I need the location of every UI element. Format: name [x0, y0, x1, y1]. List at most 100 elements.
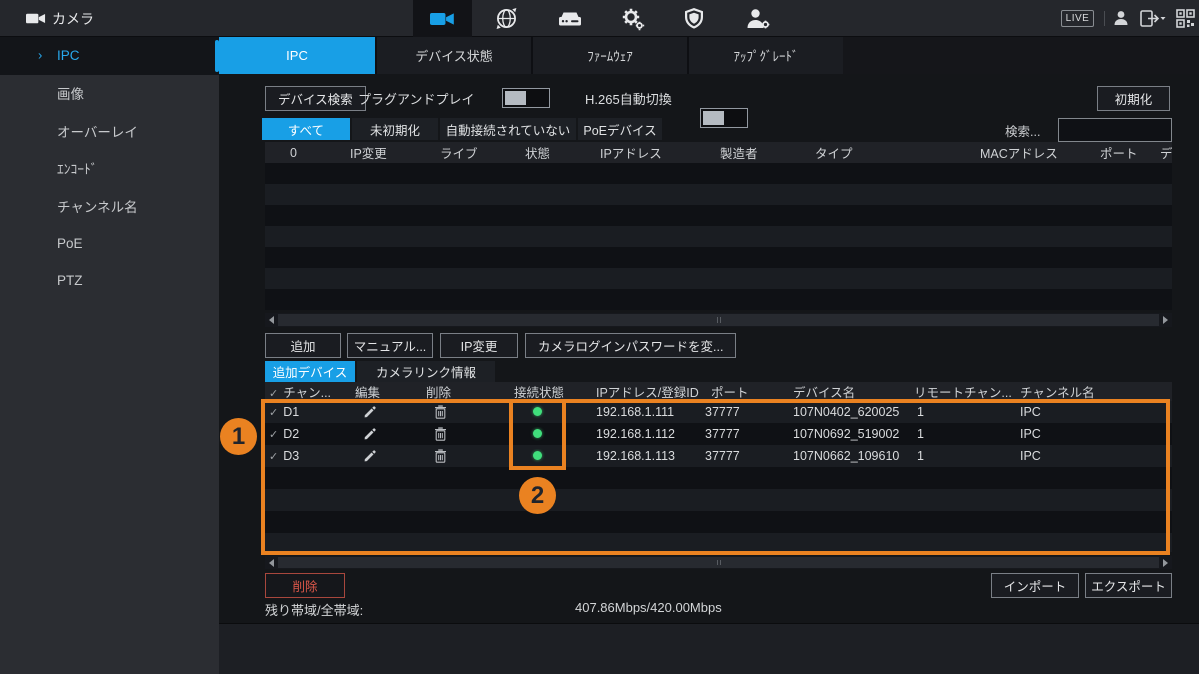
manual-add-button[interactable]: マニュアル...	[347, 333, 433, 358]
nav-storage[interactable]	[547, 0, 593, 37]
discovered-table-hscrollbar[interactable]	[265, 313, 1172, 327]
sidebar-item-image[interactable]: 画像	[0, 75, 219, 113]
topbar: カメラ	[0, 0, 1199, 37]
table-row-d1[interactable]: ✓D1 192.168.1.111 37777 107N0402_620025 …	[265, 401, 1172, 423]
row-checkbox[interactable]: ✓	[269, 451, 278, 463]
tab-bar: IPC デバイス状態 ﾌｧｰﾑｳｪｱ ｱｯﾌﾟｸﾞﾚｰﾄﾞ	[219, 37, 1199, 74]
tab-device-status[interactable]: デバイス状態	[375, 37, 531, 74]
account-user-gear-icon	[746, 8, 770, 30]
col-mac: MACアドレス	[970, 143, 1090, 162]
row-checkbox[interactable]: ✓	[269, 407, 278, 419]
table-row-d3[interactable]: ✓D3 192.168.1.113 37777 107N0662_109610 …	[265, 445, 1172, 467]
h265-label: H.265自動切換	[585, 86, 672, 111]
cell-device-name: 107N0662_109610	[775, 449, 910, 463]
plug-and-play-toggle[interactable]	[502, 88, 550, 108]
channel-label: D1	[283, 405, 299, 419]
cell-ip: 192.168.1.113	[580, 449, 700, 463]
nvr-camera-screen: カメラ	[0, 0, 1199, 674]
empty-row	[265, 289, 1172, 310]
scroll-right-arrow[interactable]	[1159, 313, 1172, 327]
nav-camera-active[interactable]	[413, 0, 472, 37]
qr-code-icon[interactable]	[1176, 9, 1195, 28]
plug-and-play-label: プラグアンドプレイ	[358, 86, 474, 111]
cell-port: 37777	[700, 427, 775, 441]
edit-pencil-icon[interactable]	[363, 449, 377, 463]
edit-pencil-icon[interactable]	[363, 427, 377, 441]
delete-button[interactable]: 削除	[265, 573, 345, 598]
device-search-button[interactable]: デバイス検索	[265, 86, 366, 111]
sidebar-item-ptz[interactable]: PTZ	[0, 262, 219, 300]
search-input[interactable]	[1058, 118, 1172, 142]
scrollbar-handle[interactable]	[278, 557, 1159, 568]
added-table-header: ✓チャン... 編集 削除 接続状態 IPアドレス/登録ID ポート デバイス名…	[265, 382, 1172, 401]
filter-tabs: すべて 未初期化 自動接続されていない PoEデバイス	[262, 118, 662, 140]
channel-label: D2	[283, 427, 299, 441]
filter-tab-all[interactable]: すべて	[262, 118, 350, 140]
logout-icon[interactable]	[1140, 10, 1166, 27]
edit-pencil-icon[interactable]	[363, 405, 377, 419]
export-button[interactable]: エクスポート	[1085, 573, 1172, 598]
filter-tab-poe-device[interactable]: PoEデバイス	[578, 118, 662, 140]
change-camera-password-button[interactable]: カメラログインパスワードを変...	[525, 333, 736, 358]
col-delete: 削除	[420, 382, 510, 401]
added-table-body: ✓D1 192.168.1.111 37777 107N0402_620025 …	[265, 401, 1172, 552]
tab-camera-link-info[interactable]: カメラリンク情報	[357, 361, 495, 382]
table-row-d2[interactable]: ✓D2 192.168.1.112 37777 107N0692_519002 …	[265, 423, 1172, 445]
sidebar-item-channel-name[interactable]: チャンネル名	[0, 187, 219, 225]
import-button[interactable]: インポート	[991, 573, 1079, 598]
delete-trash-icon[interactable]	[434, 405, 447, 419]
col-edit: 編集	[350, 382, 420, 401]
delete-trash-icon[interactable]	[434, 449, 447, 463]
empty-row	[265, 489, 1172, 511]
tab-upgrade[interactable]: ｱｯﾌﾟｸﾞﾚｰﾄﾞ	[687, 37, 843, 74]
tab-firmware[interactable]: ﾌｧｰﾑｳｪｱ	[531, 37, 687, 74]
col-modify-ip: IP変更	[325, 143, 415, 162]
network-icon	[495, 7, 518, 30]
sidebar-item-encode[interactable]: ｴﾝｺｰﾄﾞ	[0, 150, 219, 188]
empty-row	[265, 268, 1172, 289]
page-title: カメラ	[52, 0, 94, 37]
modify-ip-button[interactable]: IP変更	[440, 333, 518, 358]
live-badge[interactable]: LIVE	[1061, 10, 1094, 27]
sidebar-item-ipc[interactable]: › IPC	[0, 37, 219, 75]
tab-ipc[interactable]: IPC	[219, 37, 375, 74]
col-remote-channel: リモートチャン...	[910, 382, 1015, 401]
h265-toggle[interactable]	[700, 108, 748, 128]
scroll-left-arrow[interactable]	[265, 556, 278, 569]
scrollbar-handle[interactable]	[278, 314, 1159, 326]
tab-added-device[interactable]: 追加デバイス	[265, 361, 355, 382]
col-clipped: デ...	[1150, 143, 1172, 162]
sidebar-item-label: IPC	[57, 48, 80, 63]
storage-icon	[558, 10, 582, 27]
cell-channel-name: IPC	[1015, 449, 1172, 463]
delete-trash-icon[interactable]	[434, 427, 447, 441]
nav-security[interactable]	[671, 0, 717, 37]
initialize-button[interactable]: 初期化	[1097, 86, 1170, 111]
sidebar-item-overlay[interactable]: オーバーレイ	[0, 112, 219, 150]
filter-tab-uninitialized[interactable]: 未初期化	[352, 118, 438, 140]
nav-settings[interactable]	[610, 0, 656, 37]
sidebar-item-poe[interactable]: PoE	[0, 225, 219, 263]
user-icon[interactable]	[1112, 9, 1130, 27]
cell-port: 37777	[700, 405, 775, 419]
filter-tab-not-auto-connected[interactable]: 自動接続されていない	[440, 118, 576, 140]
added-table-hscrollbar[interactable]	[265, 556, 1172, 569]
col-connection-status: 接続状態	[510, 382, 580, 401]
scrollbar-grip	[717, 560, 721, 565]
status-dot-online	[533, 407, 542, 416]
row-checkbox[interactable]: ✓	[269, 429, 278, 441]
col-count: 0	[265, 146, 325, 160]
scrollbar-grip	[717, 317, 721, 323]
col-channel-name: チャンネル名	[1015, 382, 1172, 401]
camera-icon	[430, 10, 455, 28]
empty-row	[265, 511, 1172, 533]
add-button[interactable]: 追加	[265, 333, 341, 358]
scroll-left-arrow[interactable]	[265, 313, 278, 327]
header-checkbox[interactable]: ✓	[269, 388, 278, 400]
nav-network[interactable]	[483, 0, 529, 37]
nav-account[interactable]	[735, 0, 781, 37]
col-ip-registration-id: IPアドレス/登録ID	[580, 382, 700, 401]
scroll-right-arrow[interactable]	[1159, 556, 1172, 569]
col-port: ポート	[1090, 143, 1150, 162]
main-content: デバイス検索 プラグアンドプレイ H.265自動切換 初期化 すべて 未初期化 …	[219, 74, 1199, 623]
